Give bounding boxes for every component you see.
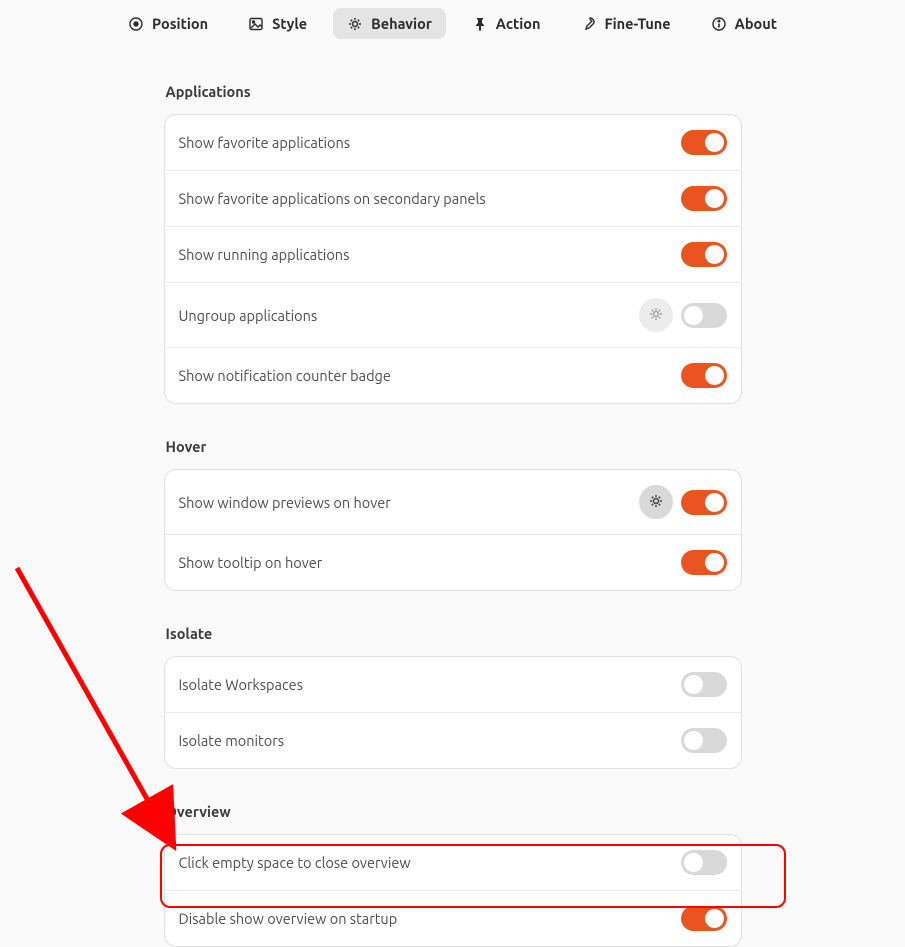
ungroup-apps-settings-button[interactable] — [639, 298, 673, 332]
row-window-previews: Show window previews on hover — [165, 470, 741, 535]
tab-label: Position — [152, 15, 208, 32]
row-label: Disable show overview on startup — [179, 910, 681, 927]
target-icon — [128, 16, 144, 32]
toggle-tooltip-hover[interactable] — [681, 550, 727, 575]
row-label: Show notification counter badge — [179, 367, 681, 384]
group-isolate: Isolate Workspaces Isolate monitors — [164, 656, 742, 769]
group-applications: Show favorite applications Show favorite… — [164, 114, 742, 404]
tab-label: Style — [272, 15, 307, 32]
settings-content: Applications Show favorite applications … — [164, 83, 742, 947]
tab-about[interactable]: About — [697, 8, 791, 39]
group-hover: Show window previews on hover Show toolt… — [164, 469, 742, 591]
row-click-empty-close: Click empty space to close overview — [165, 835, 741, 891]
tab-action[interactable]: Action — [458, 8, 555, 39]
info-icon — [711, 16, 727, 32]
toggle-isolate-workspaces[interactable] — [681, 672, 727, 697]
row-label: Isolate Workspaces — [179, 676, 681, 693]
image-icon — [248, 16, 264, 32]
toggle-click-empty-close[interactable] — [681, 850, 727, 875]
tab-style[interactable]: Style — [234, 8, 321, 39]
toggle-disable-overview-startup[interactable] — [681, 906, 727, 931]
gear-icon — [648, 306, 664, 325]
tab-label: About — [735, 15, 777, 32]
toggle-isolate-monitors[interactable] — [681, 728, 727, 753]
section-title-isolate: Isolate — [166, 625, 742, 642]
tab-label: Fine-Tune — [604, 15, 670, 32]
toggle-show-running-apps[interactable] — [681, 242, 727, 267]
row-label: Show window previews on hover — [179, 494, 639, 511]
row-disable-overview-startup: Disable show overview on startup — [165, 891, 741, 946]
row-tooltip-hover: Show tooltip on hover — [165, 535, 741, 590]
row-isolate-workspaces: Isolate Workspaces — [165, 657, 741, 713]
window-previews-settings-button[interactable] — [639, 485, 673, 519]
gear-icon — [648, 493, 664, 512]
row-label: Ungroup applications — [179, 307, 639, 324]
section-title-applications: Applications — [166, 83, 742, 100]
tab-behavior[interactable]: Behavior — [333, 8, 446, 39]
wrench-icon — [580, 16, 596, 32]
pin-icon — [472, 16, 488, 32]
section-title-hover: Hover — [166, 438, 742, 455]
row-label: Click empty space to close overview — [179, 854, 681, 871]
toggle-show-favorite-apps-secondary[interactable] — [681, 186, 727, 211]
tab-label: Action — [496, 15, 541, 32]
row-label: Show running applications — [179, 246, 681, 263]
row-isolate-monitors: Isolate monitors — [165, 713, 741, 768]
row-label: Isolate monitors — [179, 732, 681, 749]
row-ungroup-apps: Ungroup applications — [165, 283, 741, 348]
row-show-favorite-apps-secondary: Show favorite applications on secondary … — [165, 171, 741, 227]
tab-fine-tune[interactable]: Fine-Tune — [566, 8, 684, 39]
row-notification-badge: Show notification counter badge — [165, 348, 741, 403]
row-show-favorite-apps: Show favorite applications — [165, 115, 741, 171]
row-label: Show tooltip on hover — [179, 554, 681, 571]
toggle-show-favorite-apps[interactable] — [681, 130, 727, 155]
toggle-ungroup-apps[interactable] — [681, 303, 727, 328]
row-label: Show favorite applications — [179, 134, 681, 151]
gear-icon — [347, 16, 363, 32]
group-overview: Click empty space to close overview Disa… — [164, 834, 742, 947]
tab-label: Behavior — [371, 15, 432, 32]
section-title-overview: Overview — [166, 803, 742, 820]
tab-bar: Position Style Behavior Action Fine-Tune… — [0, 0, 905, 47]
row-show-running-apps: Show running applications — [165, 227, 741, 283]
toggle-window-previews[interactable] — [681, 490, 727, 515]
tab-position[interactable]: Position — [114, 8, 222, 39]
row-label: Show favorite applications on secondary … — [179, 190, 681, 207]
toggle-notification-badge[interactable] — [681, 363, 727, 388]
